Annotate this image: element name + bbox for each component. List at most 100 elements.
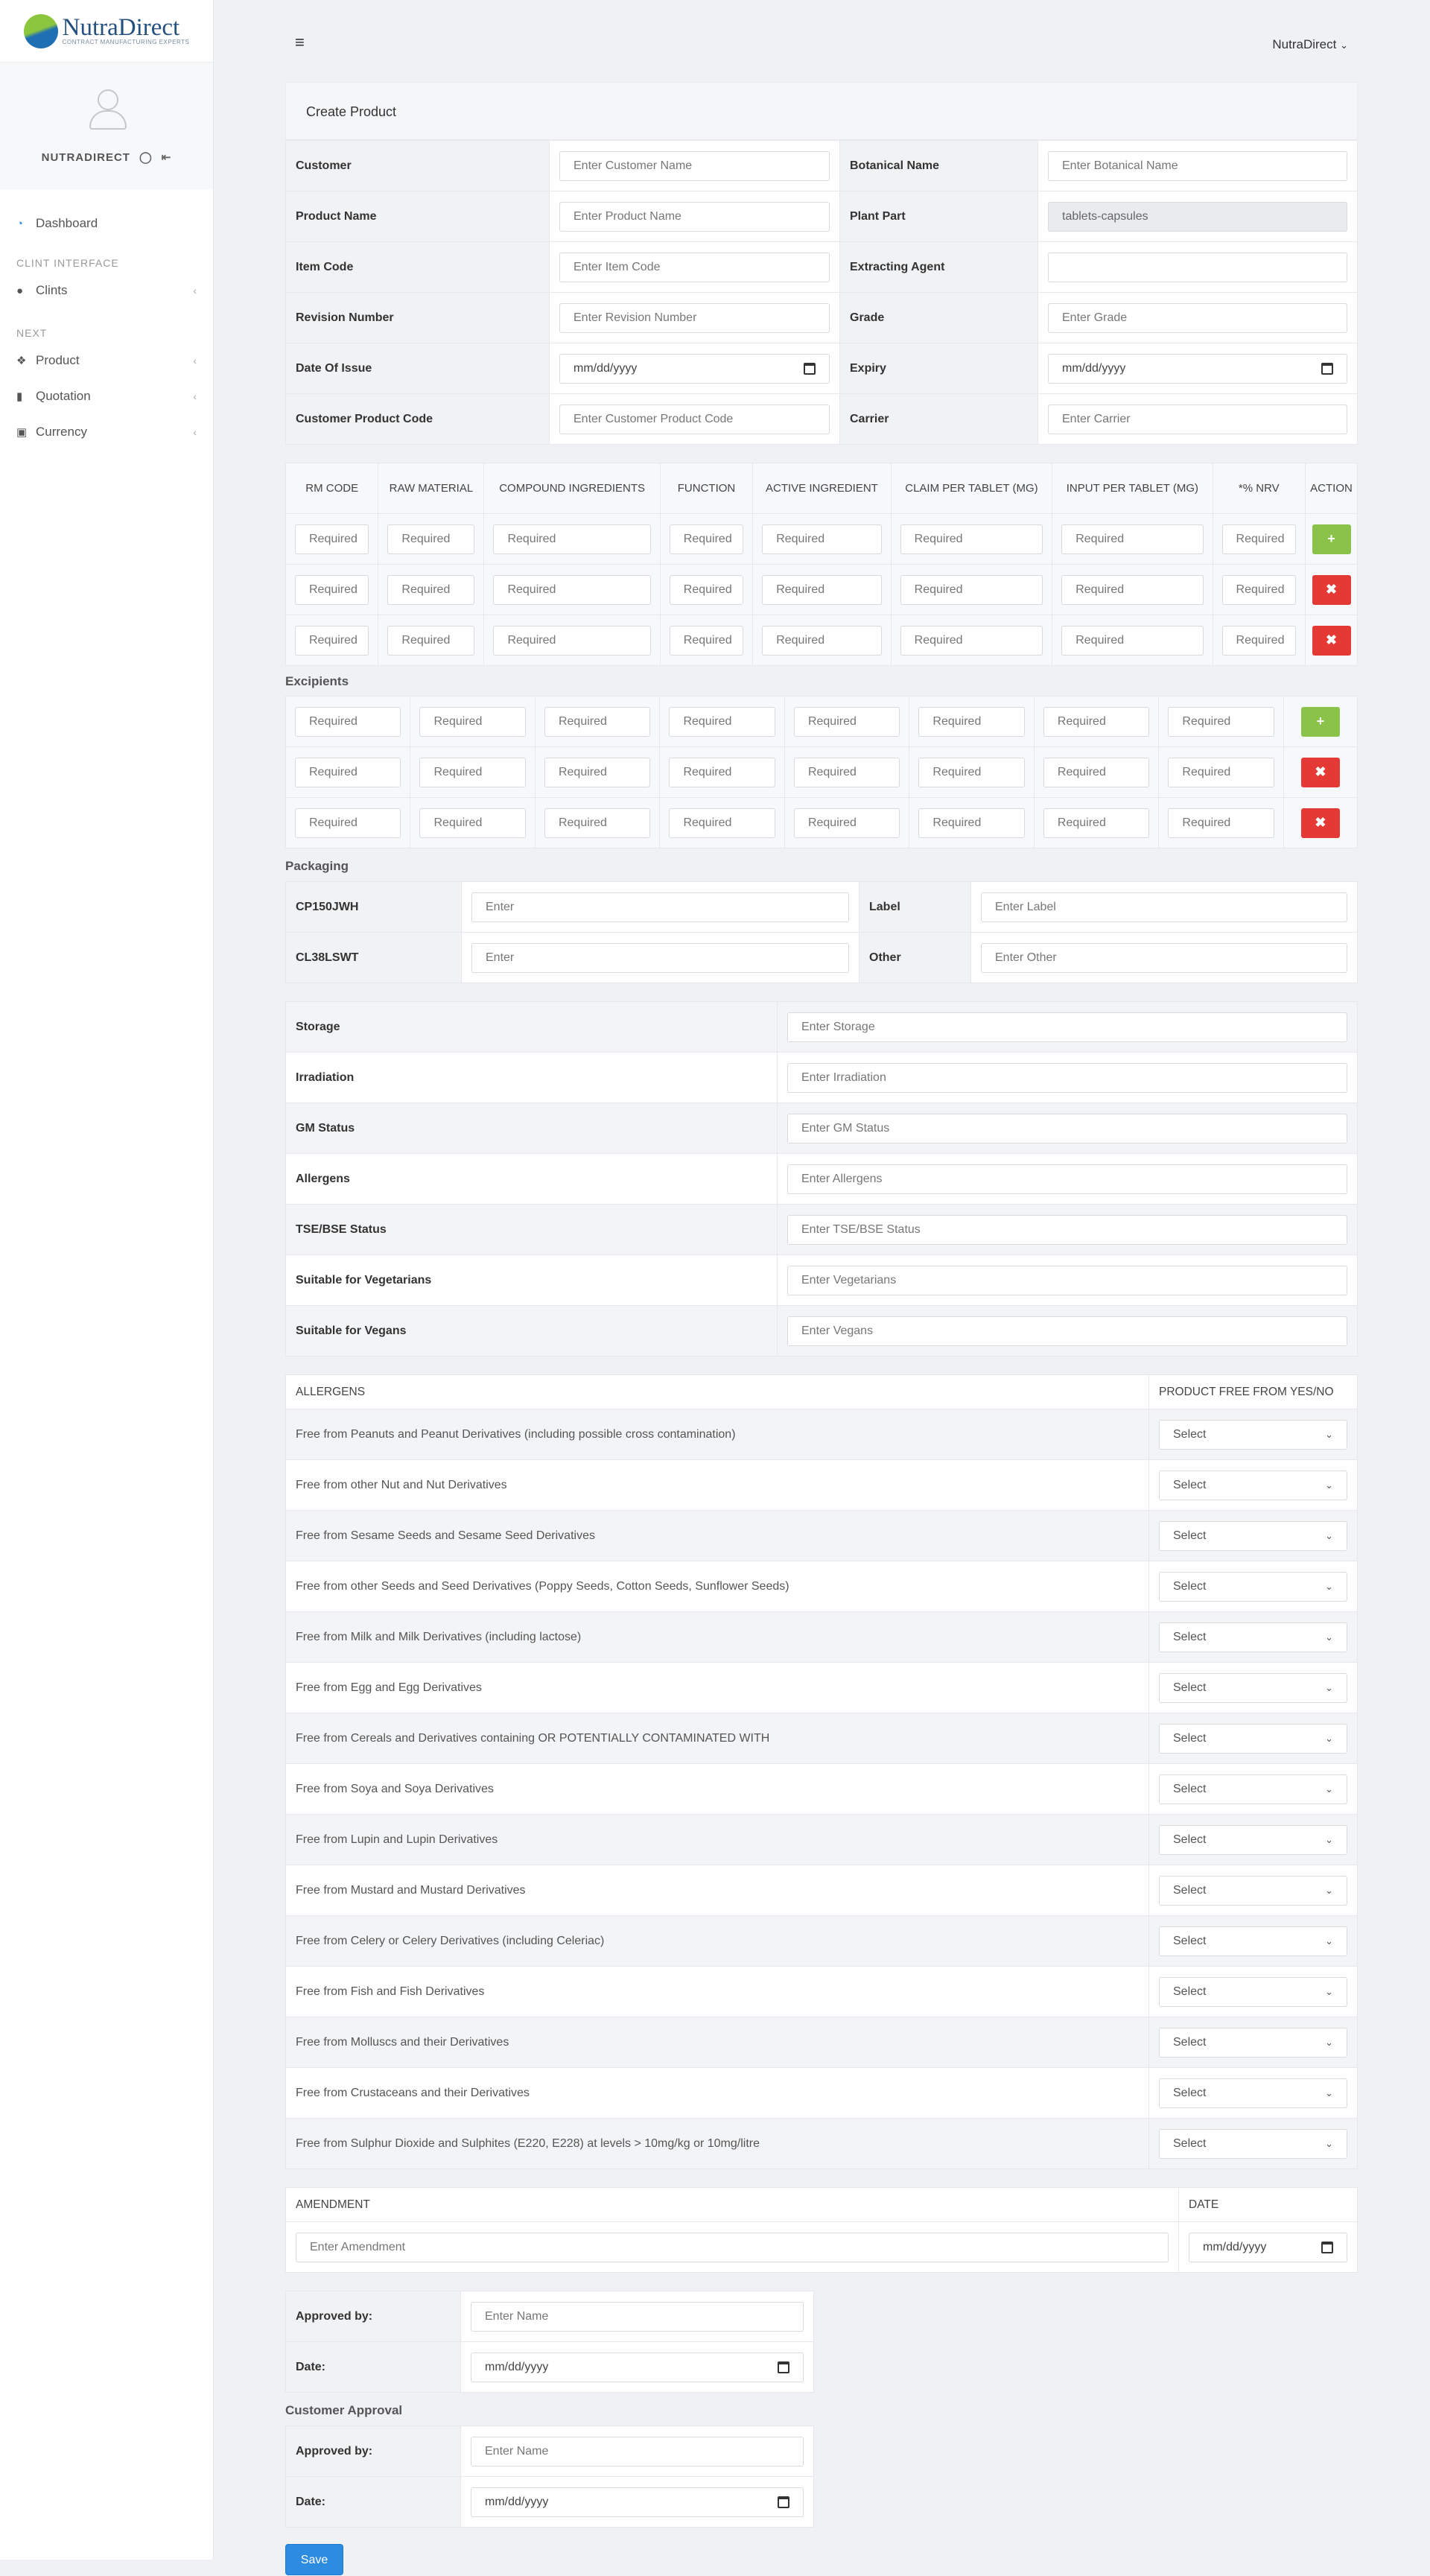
required-input[interactable]: Required: [1168, 757, 1274, 787]
required-input[interactable]: Required: [295, 524, 369, 554]
amendment-date-input[interactable]: mm/dd/yyyy: [1189, 2232, 1347, 2262]
add-row-button[interactable]: +: [1312, 524, 1351, 554]
allergen-select[interactable]: Select ⌄: [1159, 1774, 1347, 1804]
required-input[interactable]: Required: [295, 757, 401, 787]
required-input[interactable]: Required: [918, 757, 1025, 787]
calendar-icon[interactable]: [1321, 362, 1333, 375]
required-input[interactable]: Required: [387, 524, 475, 554]
required-input[interactable]: Required: [669, 524, 744, 554]
required-input[interactable]: Required: [793, 757, 900, 787]
allergen-select[interactable]: Select ⌄: [1159, 1672, 1347, 1703]
property-input[interactable]: Enter GM Status: [787, 1113, 1347, 1143]
packaging-input[interactable]: Enter: [471, 892, 849, 922]
customer-approved-by-input[interactable]: Enter Name: [471, 2436, 804, 2466]
packaging-input[interactable]: Enter Other: [981, 942, 1347, 973]
required-input[interactable]: Required: [762, 574, 882, 605]
required-input[interactable]: Required: [295, 625, 369, 656]
brand-logo[interactable]: NutraDirect CONTRACT MANUFACTURING EXPER…: [0, 0, 213, 63]
logout-icon[interactable]: ⇤: [162, 150, 172, 164]
required-input[interactable]: Required: [419, 808, 526, 838]
required-input[interactable]: Required: [669, 808, 775, 838]
field-input[interactable]: Enter Botanical Name: [1048, 150, 1347, 181]
field-input[interactable]: Enter Product Name: [559, 201, 830, 232]
sidebar-item-currency[interactable]: ▣ Currency ‹: [0, 414, 213, 450]
required-input[interactable]: Required: [295, 706, 401, 737]
allergen-select[interactable]: Select ⌄: [1159, 1419, 1347, 1450]
field-input[interactable]: Enter Customer Product Code: [559, 404, 830, 434]
required-input[interactable]: Required: [544, 808, 651, 838]
sidebar-item-product[interactable]: ❖ Product ‹: [0, 343, 213, 378]
theme-drop-icon[interactable]: ◯: [139, 150, 153, 164]
packaging-input[interactable]: Enter Label: [981, 892, 1347, 922]
allergen-select[interactable]: Select ⌄: [1159, 1875, 1347, 1906]
required-input[interactable]: Required: [1061, 625, 1204, 656]
field-input[interactable]: mm/dd/yyyy: [1048, 353, 1347, 384]
save-button[interactable]: Save: [285, 2544, 343, 2575]
property-input[interactable]: Enter Vegans: [787, 1316, 1347, 1346]
required-input[interactable]: Required: [387, 625, 475, 656]
amendment-input[interactable]: Enter Amendment: [296, 2232, 1169, 2262]
required-input[interactable]: Required: [493, 625, 651, 656]
field-input[interactable]: Enter Carrier: [1048, 404, 1347, 434]
calendar-icon[interactable]: [1321, 2241, 1333, 2253]
calendar-icon[interactable]: [778, 2496, 789, 2508]
required-input[interactable]: Required: [544, 706, 651, 737]
field-input[interactable]: Enter Revision Number: [559, 302, 830, 333]
field-input[interactable]: mm/dd/yyyy: [559, 353, 830, 384]
required-input[interactable]: Required: [1168, 808, 1274, 838]
field-input[interactable]: Enter Item Code: [559, 252, 830, 282]
required-input[interactable]: Required: [918, 808, 1025, 838]
allergen-select[interactable]: Select ⌄: [1159, 1926, 1347, 1956]
allergen-select[interactable]: Select ⌄: [1159, 2078, 1347, 2108]
user-menu[interactable]: NutraDirect ⌄: [1272, 37, 1348, 52]
required-input[interactable]: Required: [493, 574, 651, 605]
required-input[interactable]: Required: [793, 706, 900, 737]
required-input[interactable]: Required: [387, 574, 475, 605]
sidebar-item-dashboard[interactable]: ◔ Dashboard: [0, 206, 213, 241]
delete-row-button[interactable]: ✖: [1300, 757, 1340, 787]
sidebar-item-quotation[interactable]: ▮ Quotation ‹: [0, 378, 213, 414]
allergen-select[interactable]: Select ⌄: [1159, 2027, 1347, 2058]
required-input[interactable]: Required: [1043, 808, 1150, 838]
required-input[interactable]: Required: [900, 524, 1043, 554]
calendar-icon[interactable]: [804, 362, 816, 375]
property-input[interactable]: Enter Irradiation: [787, 1062, 1347, 1093]
required-input[interactable]: Required: [1221, 625, 1296, 656]
menu-toggle-icon[interactable]: ≡: [295, 33, 305, 52]
required-input[interactable]: Required: [419, 706, 526, 737]
allergen-select[interactable]: Select ⌄: [1159, 2128, 1347, 2159]
delete-row-button[interactable]: ✖: [1300, 808, 1340, 838]
property-input[interactable]: Enter Storage: [787, 1012, 1347, 1042]
allergen-select[interactable]: Select ⌄: [1159, 1976, 1347, 2007]
required-input[interactable]: Required: [1061, 574, 1204, 605]
required-input[interactable]: Required: [669, 706, 775, 737]
field-input[interactable]: [1048, 252, 1347, 282]
packaging-input[interactable]: Enter: [471, 942, 849, 973]
field-input[interactable]: tablets-capsules: [1048, 201, 1347, 232]
allergen-select[interactable]: Select ⌄: [1159, 1622, 1347, 1652]
required-input[interactable]: Required: [762, 524, 882, 554]
property-input[interactable]: Enter Vegetarians: [787, 1265, 1347, 1295]
property-input[interactable]: Enter Allergens: [787, 1164, 1347, 1194]
required-input[interactable]: Required: [295, 808, 401, 838]
required-input[interactable]: Required: [669, 625, 744, 656]
allergen-select[interactable]: Select ⌄: [1159, 1520, 1347, 1551]
required-input[interactable]: Required: [900, 625, 1043, 656]
approval-date-input[interactable]: mm/dd/yyyy: [471, 2352, 804, 2382]
customer-approval-date-input[interactable]: mm/dd/yyyy: [471, 2487, 804, 2517]
required-input[interactable]: Required: [1221, 524, 1296, 554]
required-input[interactable]: Required: [1043, 706, 1150, 737]
calendar-icon[interactable]: [778, 2361, 789, 2373]
delete-row-button[interactable]: ✖: [1312, 574, 1351, 605]
required-input[interactable]: Required: [493, 524, 651, 554]
required-input[interactable]: Required: [762, 625, 882, 656]
required-input[interactable]: Required: [419, 757, 526, 787]
sidebar-item-clints[interactable]: ● Clints ‹: [0, 273, 213, 308]
required-input[interactable]: Required: [1221, 574, 1296, 605]
required-input[interactable]: Required: [1043, 757, 1150, 787]
allergen-select[interactable]: Select ⌄: [1159, 1723, 1347, 1754]
required-input[interactable]: Required: [793, 808, 900, 838]
required-input[interactable]: Required: [1168, 706, 1274, 737]
property-input[interactable]: Enter TSE/BSE Status: [787, 1214, 1347, 1245]
required-input[interactable]: Required: [918, 706, 1025, 737]
